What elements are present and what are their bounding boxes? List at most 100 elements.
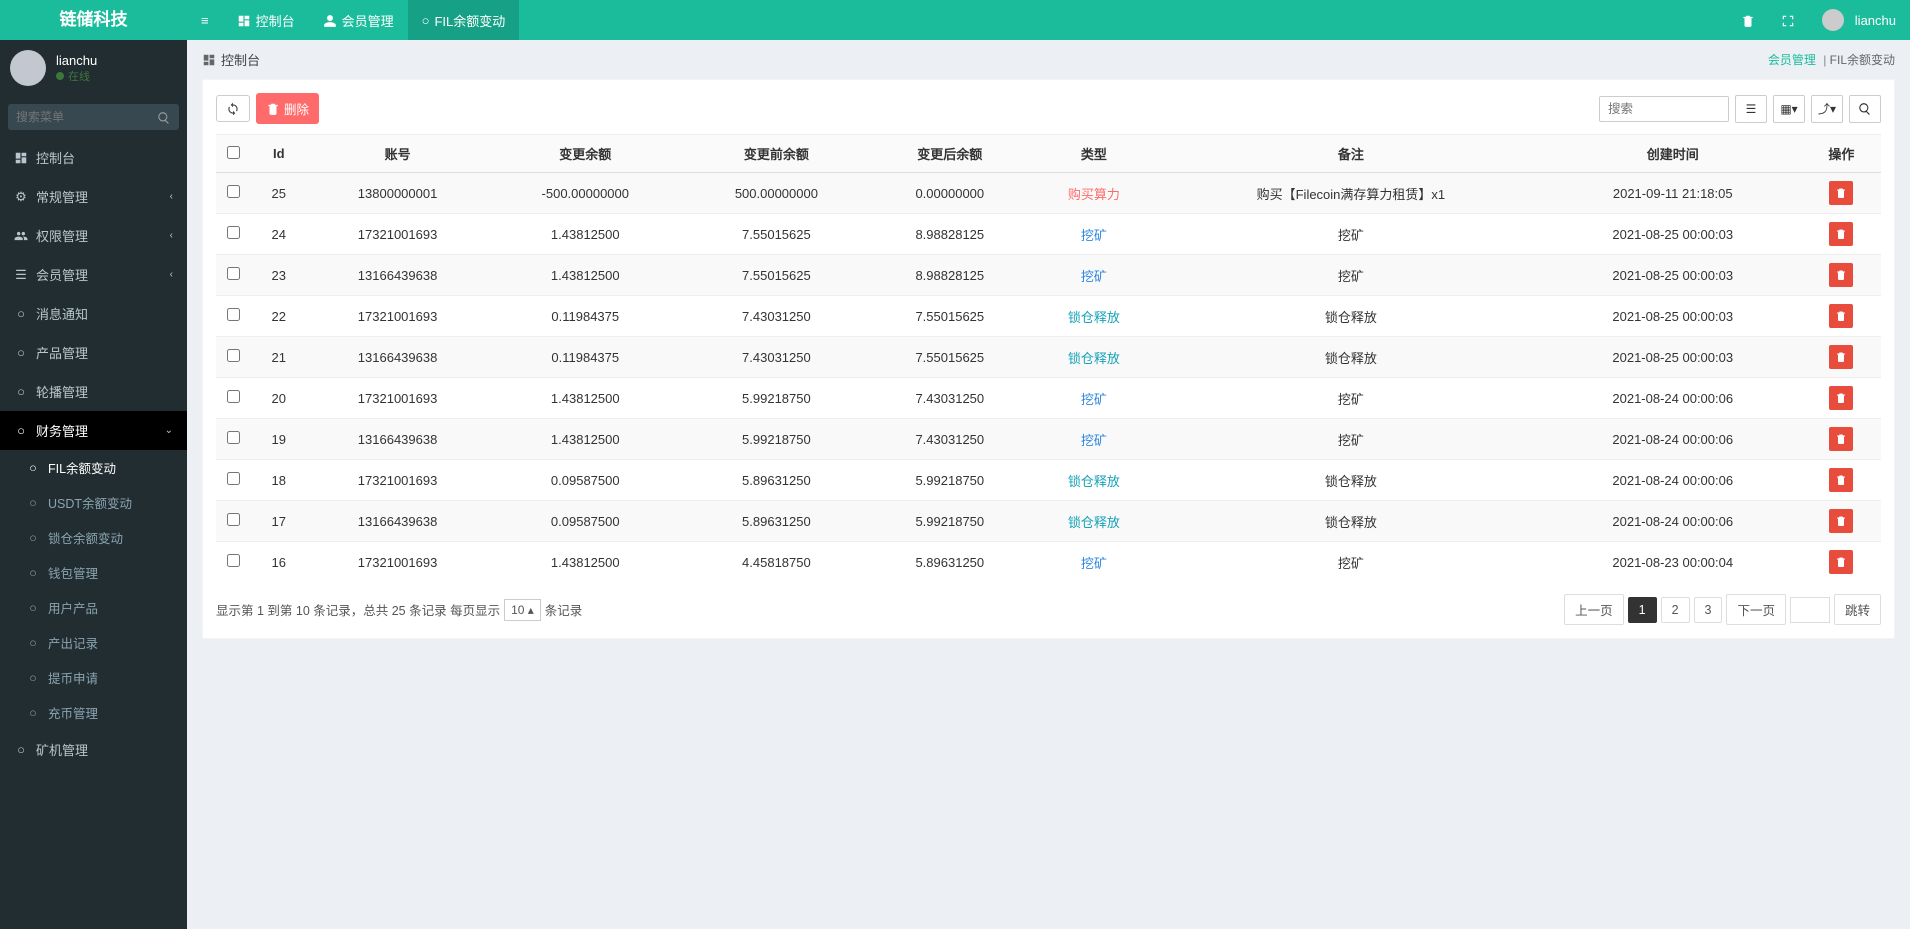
sidebar-sub-output[interactable]: ○产出记录	[0, 625, 187, 660]
row-delete-button[interactable]	[1829, 345, 1853, 369]
cell-created: 2021-08-24 00:00:06	[1544, 419, 1802, 460]
row-checkbox[interactable]	[227, 226, 240, 239]
prev-page-button[interactable]: 上一页	[1564, 594, 1624, 625]
next-page-button[interactable]: 下一页	[1726, 594, 1786, 625]
export-button[interactable]: ⤴▾	[1811, 95, 1843, 123]
breadcrumb-member[interactable]: 会员管理	[1768, 53, 1816, 67]
col-created[interactable]: 创建时间	[1544, 135, 1802, 173]
search-icon[interactable]	[157, 109, 171, 125]
cell-account: 17321001693	[307, 296, 487, 337]
sidebar-sub-withdraw[interactable]: ○提币申请	[0, 660, 187, 695]
row-checkbox[interactable]	[227, 431, 240, 444]
menu-toggle[interactable]: ≡	[187, 0, 223, 40]
cell-amount: 1.43812500	[488, 378, 683, 419]
row-checkbox[interactable]	[227, 308, 240, 321]
row-checkbox[interactable]	[227, 472, 240, 485]
per-page-select[interactable]: 10 ▴	[504, 599, 541, 621]
row-delete-button[interactable]	[1829, 550, 1853, 574]
refresh-button[interactable]	[216, 95, 250, 122]
tab-fil[interactable]: ○ FIL余额变动	[408, 0, 520, 40]
page-number-button[interactable]: 1	[1628, 597, 1657, 623]
cell-created: 2021-08-25 00:00:03	[1544, 255, 1802, 296]
cell-account: 13166439638	[307, 419, 487, 460]
row-delete-button[interactable]	[1829, 468, 1853, 492]
list-icon: ☰	[1746, 102, 1757, 116]
toggle-view-button[interactable]: ☰	[1735, 95, 1767, 123]
sidebar-item-general[interactable]: ⚙ 常规管理 ‹	[0, 177, 187, 216]
page-number-button[interactable]: 3	[1694, 597, 1723, 623]
cell-id: 23	[250, 255, 307, 296]
sidebar-item-label: 消息通知	[36, 304, 88, 323]
sidebar-sub-wallet[interactable]: ○钱包管理	[0, 555, 187, 590]
sidebar-item-notice[interactable]: ○ 消息通知	[0, 294, 187, 333]
sidebar-item-console[interactable]: 控制台	[0, 138, 187, 177]
sidebar-item-finance[interactable]: ○ 财务管理 ⌄	[0, 411, 187, 450]
sidebar-sub-fil[interactable]: ○ FIL余额变动	[0, 450, 187, 485]
sidebar-item-carousel[interactable]: ○ 轮播管理	[0, 372, 187, 411]
cell-id: 16	[250, 542, 307, 583]
sidebar-item-member[interactable]: ☰ 会员管理 ‹	[0, 255, 187, 294]
cell-after: 8.98828125	[870, 255, 1030, 296]
fullscreen-btn[interactable]	[1768, 0, 1808, 40]
brand: 链储科技	[0, 0, 187, 40]
row-checkbox[interactable]	[227, 267, 240, 280]
col-type[interactable]: 类型	[1030, 135, 1158, 173]
cell-account: 17321001693	[307, 460, 487, 501]
cell-amount: -500.00000000	[488, 173, 683, 214]
cell-amount: 0.09587500	[488, 460, 683, 501]
col-id[interactable]: Id	[250, 135, 307, 173]
col-amount[interactable]: 变更余额	[488, 135, 683, 173]
sidebar-item-perm[interactable]: 权限管理 ‹	[0, 216, 187, 255]
row-delete-button[interactable]	[1829, 222, 1853, 246]
user-panel: lianchu 在线	[0, 40, 187, 96]
circle-icon: ○	[14, 345, 28, 360]
menu-search-input[interactable]	[8, 104, 179, 130]
user-menu[interactable]: lianchu	[1808, 0, 1910, 40]
row-delete-button[interactable]	[1829, 509, 1853, 533]
row-checkbox[interactable]	[227, 349, 240, 362]
delete-button[interactable]: 删除	[256, 93, 319, 124]
cell-remark: 挖矿	[1158, 542, 1544, 583]
sidebar-item-product[interactable]: ○ 产品管理	[0, 333, 187, 372]
select-all-checkbox[interactable]	[227, 146, 240, 159]
page-number-button[interactable]: 2	[1661, 597, 1690, 623]
tab-console[interactable]: 控制台	[223, 0, 309, 40]
cell-before: 500.00000000	[683, 173, 870, 214]
breadcrumb-dash[interactable]: 控制台	[221, 50, 260, 69]
tab-member[interactable]: 会员管理	[309, 0, 408, 40]
cell-remark: 挖矿	[1158, 378, 1544, 419]
circle-icon: ○	[14, 742, 28, 757]
row-delete-button[interactable]	[1829, 263, 1853, 287]
row-delete-button[interactable]	[1829, 386, 1853, 410]
cell-after: 8.98828125	[870, 214, 1030, 255]
cell-after: 5.99218750	[870, 501, 1030, 542]
cell-before: 7.55015625	[683, 255, 870, 296]
cell-amount: 0.09587500	[488, 501, 683, 542]
row-checkbox[interactable]	[227, 185, 240, 198]
row-delete-button[interactable]	[1829, 304, 1853, 328]
col-before[interactable]: 变更前余额	[683, 135, 870, 173]
sidebar-sub-deposit[interactable]: ○充币管理	[0, 695, 187, 730]
sidebar-sub-lock[interactable]: ○锁仓余额变动	[0, 520, 187, 555]
col-after[interactable]: 变更后余额	[870, 135, 1030, 173]
sidebar-item-miner[interactable]: ○ 矿机管理	[0, 730, 187, 769]
row-checkbox[interactable]	[227, 554, 240, 567]
col-remark[interactable]: 备注	[1158, 135, 1544, 173]
row-checkbox[interactable]	[227, 390, 240, 403]
row-delete-button[interactable]	[1829, 181, 1853, 205]
columns-button[interactable]: ▦▾	[1773, 95, 1805, 123]
trash-btn[interactable]	[1728, 0, 1768, 40]
jump-page-input[interactable]	[1790, 597, 1830, 623]
jump-button[interactable]: 跳转	[1834, 594, 1881, 625]
sidebar-sub-usdt[interactable]: ○USDT余额变动	[0, 485, 187, 520]
chevron-down-icon: ⌄	[165, 425, 173, 436]
search-button[interactable]	[1849, 95, 1881, 123]
row-checkbox[interactable]	[227, 513, 240, 526]
cell-after: 5.99218750	[870, 460, 1030, 501]
sidebar-sub-userprod[interactable]: ○用户产品	[0, 590, 187, 625]
table-row: 19 13166439638 1.43812500 5.99218750 7.4…	[216, 419, 1881, 460]
col-account[interactable]: 账号	[307, 135, 487, 173]
search-input[interactable]	[1599, 96, 1729, 122]
row-delete-button[interactable]	[1829, 427, 1853, 451]
cell-before: 7.55015625	[683, 214, 870, 255]
